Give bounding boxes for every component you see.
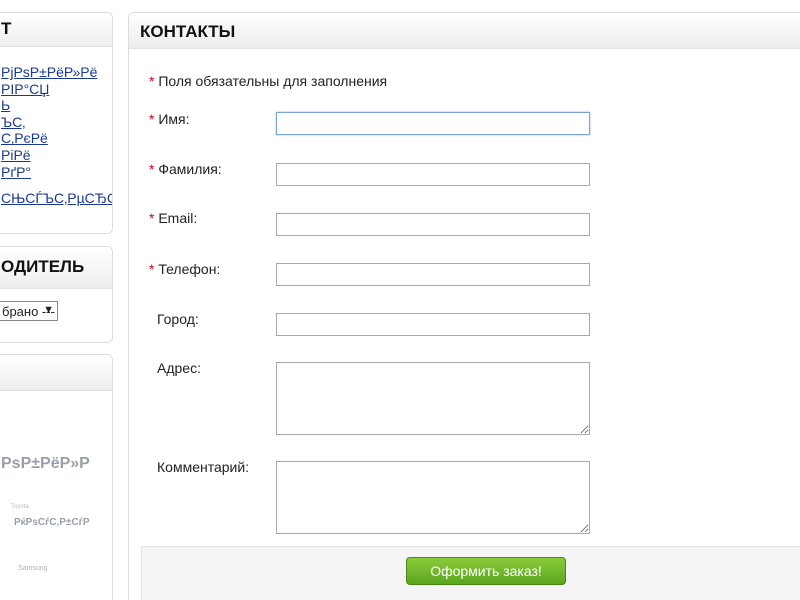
required-marker: *	[149, 161, 155, 177]
surname-input[interactable]	[276, 163, 590, 186]
comment-textarea[interactable]	[276, 461, 590, 534]
sidebar-link[interactable]: РјРѕР±РёР»Рё	[1, 64, 112, 81]
email-label-text: Email:	[158, 210, 198, 226]
contacts-panel: КОНТАКТЫ * Поля обязательны для заполнен…	[128, 12, 800, 600]
sidebar-link[interactable]: Ь	[1, 97, 112, 114]
required-note-text: Поля обязательны для заполнения	[158, 73, 388, 89]
city-label: Город:	[157, 311, 199, 327]
brand-logo-toyota[interactable]: Toyota	[11, 504, 29, 510]
required-marker: *	[149, 73, 155, 89]
sidebar-brands-panel: РѕР±РёР»Р Toyota РќРѕСѓС‚Р±СѓР Samsung	[0, 354, 113, 600]
brand-logo-text[interactable]: РѕР±РёР»Р	[1, 455, 90, 473]
city-input[interactable]	[276, 313, 590, 336]
name-label-text: Имя:	[158, 111, 190, 127]
manufacturer-select[interactable]: брано --- ▼	[0, 301, 58, 321]
page-title: КОНТАКТЫ	[129, 13, 800, 49]
comment-label: Комментарий:	[157, 459, 250, 475]
name-label: * Имя:	[149, 111, 190, 127]
phone-label-text: Телефон:	[158, 261, 221, 277]
sidebar-brands-title	[0, 355, 112, 391]
chevron-down-icon: ▼	[43, 304, 54, 316]
phone-label: * Телефон:	[149, 261, 220, 277]
required-marker: *	[149, 111, 155, 127]
submit-bar: Оформить заказ!	[141, 546, 800, 600]
sidebar-link[interactable]: СЊСЃЪС‚РµСЂСЃС	[1, 190, 112, 207]
surname-label: * Фамилия:	[149, 161, 222, 177]
brand-logo-samsung[interactable]: Samsung	[18, 565, 48, 572]
sidebar-category-list: РјРѕР±РёР»Рё РІР°СЏ Ь ЪС‚ С‚РєРё РіРё Рґ…	[1, 64, 112, 207]
phone-input[interactable]	[276, 263, 590, 286]
sidebar-manufacturer-title: ОДИТЕЛЬ	[0, 247, 112, 289]
sidebar-link[interactable]: РґР°	[1, 164, 112, 181]
required-marker: *	[149, 261, 155, 277]
email-label: * Email:	[149, 210, 197, 226]
sidebar-link[interactable]: ЪС‚	[1, 114, 112, 131]
sidebar-link[interactable]: РІР°СЏ	[1, 81, 112, 98]
sidebar-link[interactable]: РіРё	[1, 147, 112, 164]
email-input[interactable]	[276, 213, 590, 236]
sidebar-manufacturer-panel: ОДИТЕЛЬ брано --- ▼	[0, 246, 113, 343]
name-input[interactable]	[276, 112, 590, 135]
address-textarea[interactable]	[276, 362, 590, 435]
required-marker: *	[149, 210, 155, 226]
surname-label-text: Фамилия:	[158, 161, 222, 177]
address-label: Адрес:	[157, 360, 201, 376]
sidebar-link[interactable]: С‚РєРё	[1, 130, 112, 147]
required-fields-note: * Поля обязательны для заполнения	[149, 73, 387, 89]
sidebar-categories-panel: Т РјРѕР±РёР»Рё РІР°СЏ Ь ЪС‚ С‚РєРё РіРё …	[0, 12, 113, 234]
brand-logo-text[interactable]: РќРѕСѓС‚Р±СѓР	[14, 517, 90, 528]
submit-order-button[interactable]: Оформить заказ!	[406, 557, 566, 585]
sidebar-categories-title: Т	[0, 13, 112, 47]
